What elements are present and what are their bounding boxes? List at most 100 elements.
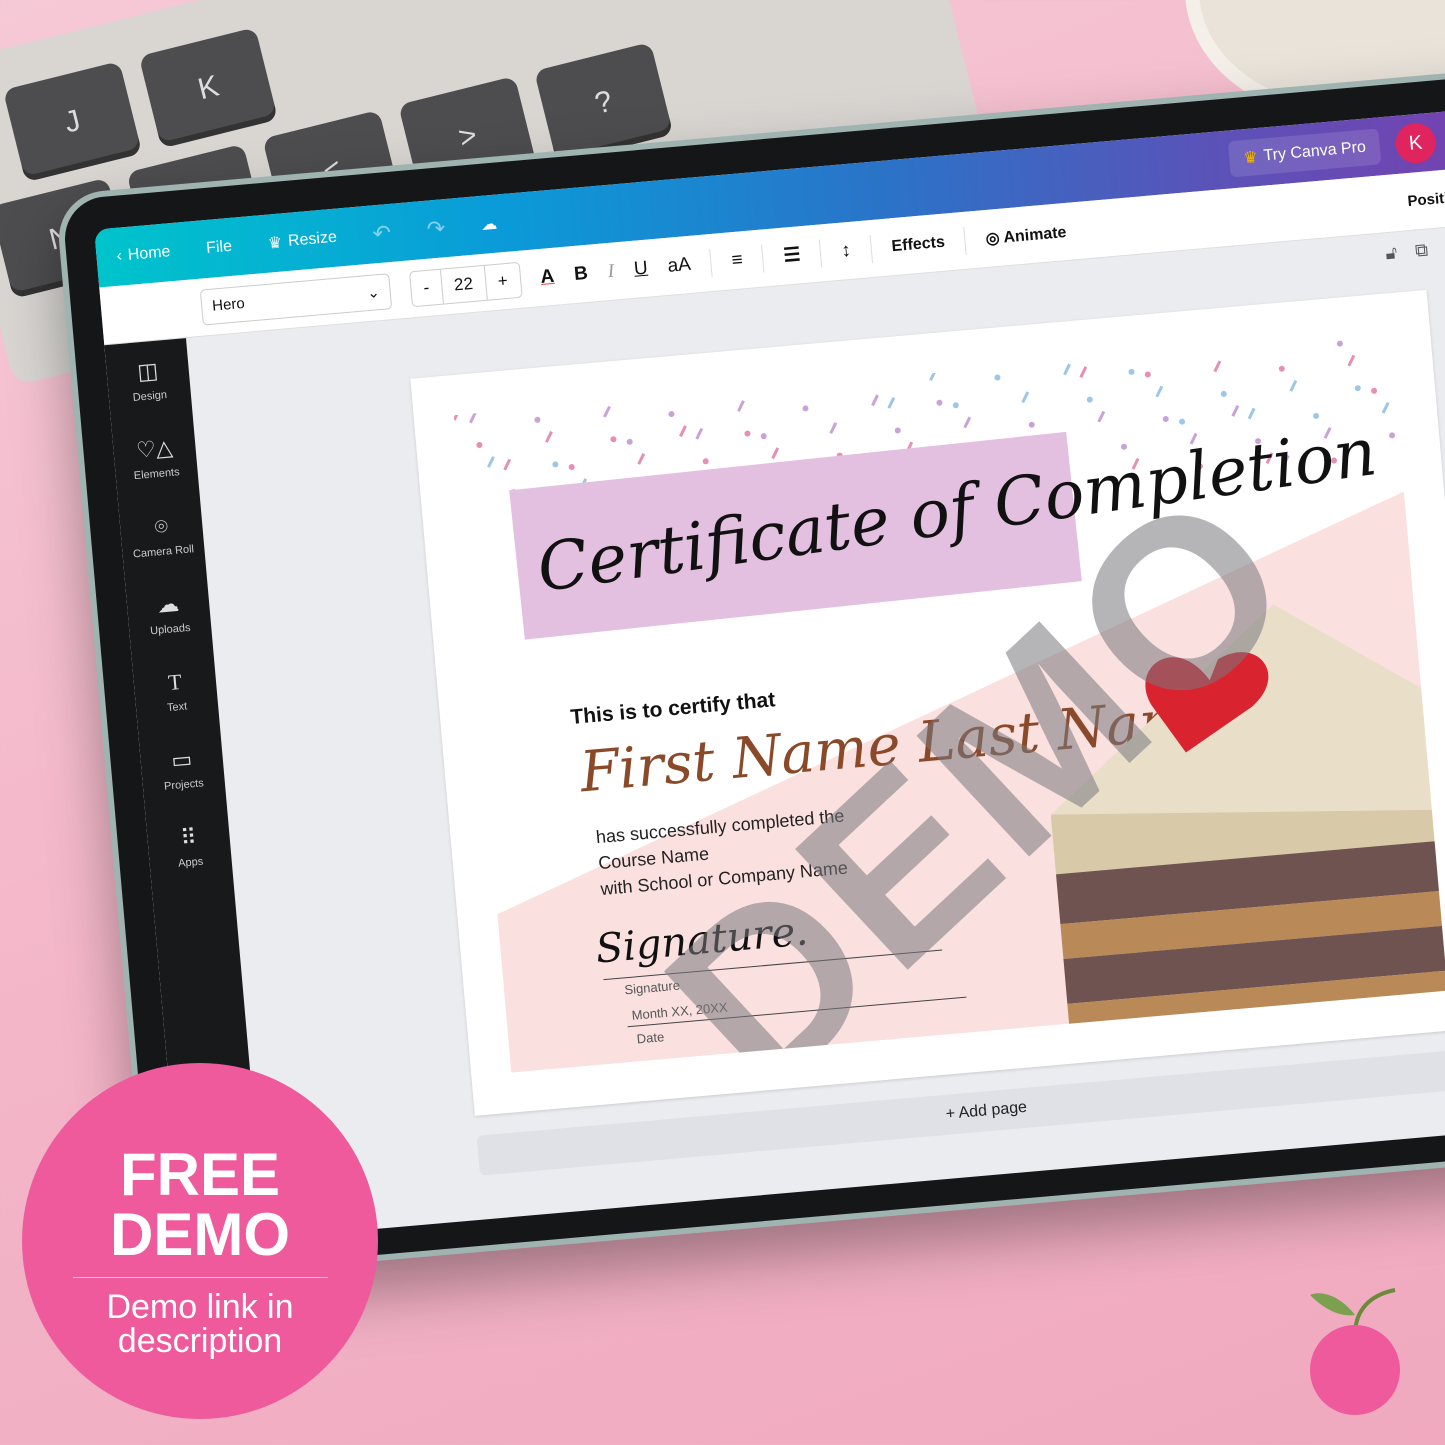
list-icon[interactable]: ☰ <box>783 243 802 267</box>
resize-button[interactable]: ♛ Resize <box>267 228 338 254</box>
avatar[interactable]: K <box>1393 121 1438 165</box>
sprinkle <box>1389 432 1396 439</box>
folder-icon: ▭ <box>170 746 194 773</box>
italic-button[interactable]: I <box>607 260 615 282</box>
shapes-icon: ♡△ <box>135 434 174 463</box>
underline-button[interactable]: U <box>633 257 649 280</box>
redo-icon[interactable]: ↷ <box>426 215 447 243</box>
position-button[interactable]: Position <box>1407 188 1445 210</box>
badge-line: FREE <box>119 1141 281 1208</box>
sprinkle <box>679 425 687 438</box>
sidebar-item-camera-roll[interactable]: ⌾ Camera Roll <box>118 494 206 579</box>
chevron-down-icon: ⌄ <box>366 283 381 302</box>
sprinkle <box>1289 379 1298 392</box>
layout-icon: ◫ <box>136 357 160 385</box>
sprinkle <box>469 411 477 424</box>
certificate: Certificate of Completion This is to cer… <box>453 333 1445 1073</box>
sprinkle <box>552 461 559 468</box>
sprinkle <box>936 399 943 406</box>
design-page[interactable]: Certificate of Completion This is to cer… <box>410 289 1445 1116</box>
font-dropdown[interactable]: Hero ⌄ <box>199 272 393 326</box>
crown-icon: ♛ <box>1242 149 1259 168</box>
key: J <box>2 61 143 183</box>
date-label[interactable]: Date <box>636 1029 665 1046</box>
badge-divider <box>72 1277 328 1278</box>
sprinkle <box>534 416 541 423</box>
sprinkle <box>952 402 959 409</box>
sprinkle <box>1313 412 1320 419</box>
sprinkle <box>487 456 495 468</box>
sprinkle <box>1220 390 1227 397</box>
canva-editor: ‹ Home File ♛ Resize ↶ ↷ ☁ ♛ Try Canva Pro … <box>94 104 1445 1246</box>
align-center-icon[interactable]: ≡ <box>731 249 744 272</box>
camera-icon: ⌾ <box>153 513 169 540</box>
sprinkle <box>1371 387 1378 394</box>
divider <box>963 226 967 255</box>
sidebar-item-uploads[interactable]: ☁ Uploads <box>125 571 213 656</box>
sidebar-item-label: Uploads <box>149 621 191 638</box>
sidebar-item-design[interactable]: ◫ Design <box>104 338 192 423</box>
lock-icon[interactable]: 🔓︎ <box>1385 242 1398 264</box>
animate-button[interactable]: ◎ Animate <box>985 222 1067 249</box>
sidebar-item-projects[interactable]: ▭ Projects <box>138 727 226 812</box>
try-canva-pro-button[interactable]: ♛ Try Canva Pro <box>1227 128 1382 178</box>
sprinkle <box>737 400 745 412</box>
sprinkle <box>1097 410 1106 423</box>
home-label: Home <box>127 243 172 264</box>
sprinkle <box>1381 401 1390 414</box>
sprinkle <box>603 405 611 418</box>
sprinkle <box>744 430 751 437</box>
sprinkle <box>1336 340 1343 347</box>
sprinkle <box>476 441 483 448</box>
grid-icon: ⠿ <box>179 824 198 851</box>
increase-size-button[interactable]: + <box>484 262 521 299</box>
sidebar-item-label: Elements <box>133 466 181 483</box>
sprinkle <box>702 458 709 465</box>
sprinkle <box>626 438 633 445</box>
duplicate-icon[interactable]: ⧉ <box>1414 240 1429 262</box>
sprinkle <box>1144 371 1151 378</box>
sidebar-item-text[interactable]: T Text <box>131 649 219 734</box>
sprinkle <box>1155 385 1164 398</box>
bold-button[interactable]: B <box>573 262 589 285</box>
badge-subtext: Demo link in <box>106 1288 294 1326</box>
decrease-size-button[interactable]: - <box>410 269 444 306</box>
case-button[interactable]: aA <box>667 253 692 277</box>
text-icon: T <box>167 668 183 695</box>
sprinkle <box>871 394 879 407</box>
home-button[interactable]: ‹ Home <box>116 243 171 266</box>
sprinkle <box>1278 365 1285 372</box>
sidebar-item-elements[interactable]: ♡△ Elements <box>111 416 199 501</box>
badge-subtext: description <box>117 1322 283 1360</box>
sprinkle <box>1028 421 1035 428</box>
sprinkle <box>929 369 937 382</box>
undo-icon[interactable]: ↶ <box>372 220 393 248</box>
page-actions: 🔓︎ ⧉ ⊞ <box>1385 237 1445 265</box>
sidebar-item-label: Design <box>132 389 168 404</box>
effects-button[interactable]: Effects <box>891 233 946 256</box>
crown-icon: ♛ <box>267 234 283 253</box>
font-size-input[interactable]: 22 <box>440 265 488 304</box>
file-menu[interactable]: File <box>206 238 233 258</box>
sprinkle <box>963 416 972 429</box>
sprinkle <box>760 433 767 440</box>
divider <box>761 244 765 273</box>
divider <box>709 248 713 277</box>
sprinkle <box>1347 354 1356 367</box>
sprinkle <box>568 464 575 471</box>
spacing-icon[interactable]: ↕ <box>840 239 851 262</box>
sidebar-item-apps[interactable]: ⠿ Apps <box>145 804 233 889</box>
sidebar-item-label: Apps <box>177 855 204 870</box>
sprinkle <box>994 374 1001 381</box>
cloud-saved-icon: ☁ <box>480 215 498 234</box>
sprinkle <box>610 436 617 443</box>
sprinkle <box>668 411 675 418</box>
free-demo-badge: FREE DEMO Demo link in description <box>22 1063 378 1419</box>
sidebar-item-label: Text <box>166 700 188 715</box>
sidebar-item-label: Camera Roll <box>132 543 195 561</box>
text-color-icon[interactable]: A <box>540 265 556 288</box>
sprinkle <box>453 408 461 421</box>
font-value: Hero <box>211 294 246 315</box>
sprinkle <box>887 397 896 409</box>
sprinkle <box>503 458 512 471</box>
